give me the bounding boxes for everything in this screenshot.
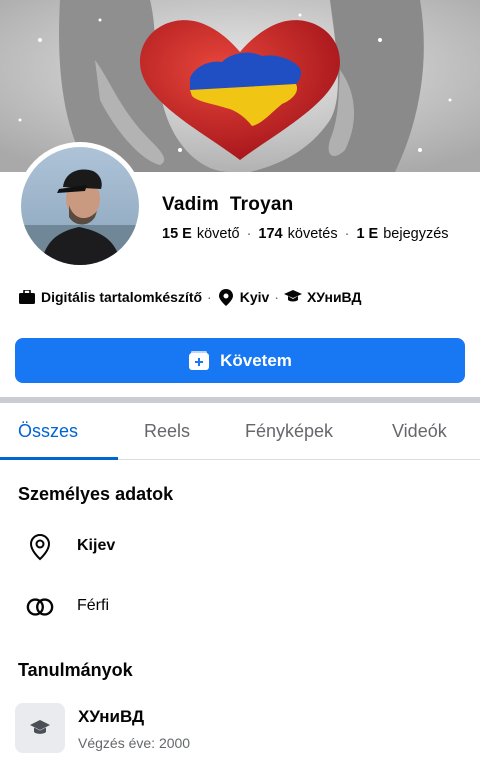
follow-button-label: Követem [220, 350, 292, 370]
profile-name: Vadim Troyan [162, 194, 294, 215]
avatar[interactable] [21, 147, 139, 265]
gender-rings-icon [26, 593, 54, 621]
school-text[interactable]: ХУниВД [307, 289, 361, 305]
posts-count: 1 E [356, 226, 379, 242]
info-separator: · [274, 289, 279, 305]
location-text[interactable]: Kyiv [240, 289, 270, 305]
stats-separator: · [246, 226, 252, 242]
active-tab-indicator [0, 457, 118, 460]
posts-stat[interactable]: 1 Ebejegyzés [356, 226, 448, 242]
city-text[interactable]: Kijev [77, 537, 115, 555]
tab-all[interactable]: Összes [18, 421, 78, 442]
info-separator: · [207, 289, 212, 305]
tab-photos[interactable]: Fényképek [245, 421, 333, 442]
profile-stats: 15 Ekövető · 174 követés · 1 Ebejegyzés [162, 226, 449, 242]
gender-text: Férfi [77, 597, 109, 614]
graduation-cap-icon [283, 288, 302, 306]
profile-intro-line: Digitális tartalomkészítő · Kyiv · ХУниВ… [18, 288, 361, 306]
location-pin-icon [217, 288, 235, 306]
followers-count: 15 E [162, 226, 192, 242]
school-thumbnail[interactable] [15, 703, 65, 753]
personal-details-title: Személyes adatok [18, 484, 174, 504]
posts-label: bejegyzés [383, 226, 449, 242]
follow-button[interactable]: Követem [15, 338, 465, 383]
location-pin-outline-icon [26, 533, 54, 561]
profile-tabs: Összes Reels Fényképek Videók [0, 403, 480, 460]
following-count: 174 [258, 226, 283, 242]
school-name[interactable]: ХУниВД [78, 707, 144, 727]
follow-card-icon [188, 350, 210, 372]
gender-row: Férfi [0, 592, 480, 622]
graduation-cap-icon [30, 720, 50, 734]
stats-separator: · [344, 226, 350, 242]
profile-avatar-frame[interactable] [16, 142, 144, 270]
following-label: követés [287, 226, 338, 242]
education-title: Tanulmányok [18, 660, 133, 680]
city-row[interactable]: Kijev [0, 532, 480, 562]
avatar-image [21, 147, 139, 265]
job-title: Digitális tartalomkészítő [41, 289, 203, 305]
briefcase-icon [18, 288, 36, 306]
graduation-year: Végzés éve: 2000 [78, 735, 191, 751]
tab-videos[interactable]: Videók [392, 421, 447, 442]
followers-stat[interactable]: 15 Ekövető [162, 226, 240, 242]
following-stat[interactable]: 174 követés [258, 226, 337, 242]
tab-reels[interactable]: Reels [144, 421, 190, 442]
followers-label: követő [196, 226, 240, 242]
